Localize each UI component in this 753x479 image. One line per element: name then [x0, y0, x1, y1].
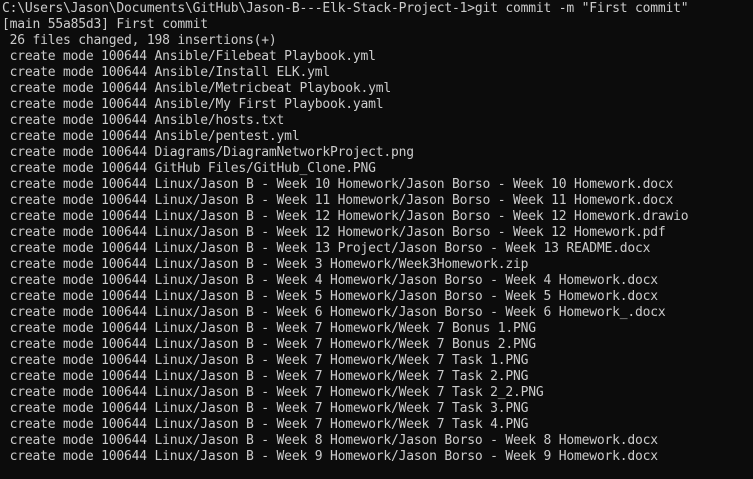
output-line: create mode 100644 Linux/Jason B - Week … [2, 449, 658, 464]
output-line: create mode 100644 Linux/Jason B - Week … [2, 177, 674, 192]
output-line: create mode 100644 Linux/Jason B - Week … [2, 401, 529, 416]
output-line: create mode 100644 Ansible/Filebeat Play… [2, 49, 376, 64]
output-line: create mode 100644 Linux/Jason B - Week … [2, 353, 529, 368]
output-line: create mode 100644 Linux/Jason B - Week … [2, 273, 658, 288]
output-line: create mode 100644 Ansible/pentest.yml [2, 129, 300, 144]
commit-summary-line: [main 55a85d3] First commit [2, 17, 208, 32]
output-line: create mode 100644 Linux/Jason B - Week … [2, 289, 658, 304]
output-line: create mode 100644 Linux/Jason B - Week … [2, 257, 529, 272]
output-line: create mode 100644 Ansible/hosts.txt [2, 113, 285, 128]
output-line: create mode 100644 GitHub Files/GitHub_C… [2, 161, 376, 176]
files-changed-line: 26 files changed, 198 insertions(+) [2, 33, 277, 48]
output-line: create mode 100644 Ansible/Install ELK.y… [2, 65, 331, 80]
output-line: create mode 100644 Linux/Jason B - Week … [2, 385, 544, 400]
output-line: create mode 100644 Linux/Jason B - Week … [2, 305, 666, 320]
output-line: create mode 100644 Linux/Jason B - Week … [2, 193, 674, 208]
terminal-window[interactable]: C:\Users\Jason\Documents\GitHub\Jason-B-… [0, 0, 753, 479]
output-line: create mode 100644 Linux/Jason B - Week … [2, 337, 536, 352]
output-line: create mode 100644 Linux/Jason B - Week … [2, 321, 536, 336]
output-line: create mode 100644 Ansible/My First Play… [2, 97, 384, 112]
output-line: create mode 100644 Ansible/Metricbeat Pl… [2, 81, 392, 96]
output-line: create mode 100644 Linux/Jason B - Week … [2, 433, 658, 448]
output-line: create mode 100644 Diagrams/DiagramNetwo… [2, 145, 414, 160]
output-line: create mode 100644 Linux/Jason B - Week … [2, 241, 651, 256]
output-line: create mode 100644 Linux/Jason B - Week … [2, 209, 689, 224]
terminal-command-line: C:\Users\Jason\Documents\GitHub\Jason-B-… [2, 1, 689, 16]
output-line: create mode 100644 Linux/Jason B - Week … [2, 417, 529, 432]
output-line: create mode 100644 Linux/Jason B - Week … [2, 225, 666, 240]
output-line: create mode 100644 Linux/Jason B - Week … [2, 369, 529, 384]
